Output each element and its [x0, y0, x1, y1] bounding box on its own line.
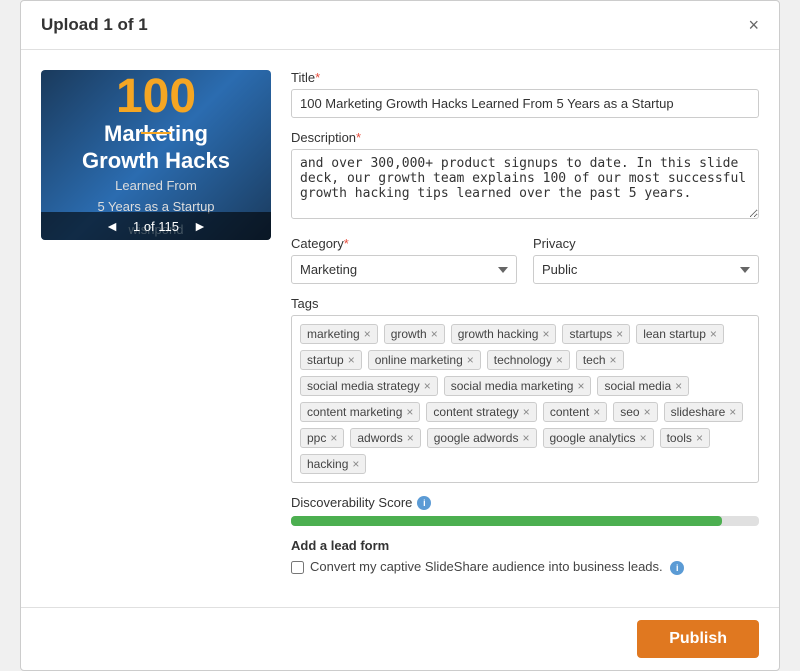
tag-remove-icon[interactable]: ×: [352, 458, 359, 470]
tags-container: marketing× growth× growth hacking×startups…: [291, 315, 759, 483]
tag-remove-icon[interactable]: ×: [424, 380, 431, 392]
list-item: slideshare×: [664, 402, 744, 422]
left-panel: 100 Marketing Growth Hacks Learned From …: [41, 70, 271, 587]
title-field-group: Title*: [291, 70, 759, 118]
category-label: Category*: [291, 236, 517, 251]
progress-bar-fill: [291, 516, 722, 526]
right-panel: Title* Description* and over 300,000+ pr…: [291, 70, 759, 587]
tag-remove-icon[interactable]: ×: [616, 328, 623, 340]
slide-line1: Marketing: [104, 121, 208, 147]
list-item: content marketing×: [300, 402, 420, 422]
modal-header: Upload 1 of 1 ×: [21, 1, 779, 50]
list-item: content×: [543, 402, 607, 422]
tag-remove-icon[interactable]: ×: [675, 380, 682, 392]
tag-remove-icon[interactable]: ×: [610, 354, 617, 366]
tag-remove-icon[interactable]: ×: [593, 406, 600, 418]
publish-button[interactable]: Publish: [637, 620, 759, 658]
slide-navigation: ◄ 1 of 115 ►: [41, 212, 271, 240]
description-textarea[interactable]: and over 300,000+ product signups to dat…: [291, 149, 759, 219]
slide-line2: Growth Hacks: [82, 148, 230, 174]
lead-form-section: Add a lead form Convert my captive Slide…: [291, 538, 759, 575]
list-item: startup×: [300, 350, 362, 370]
lead-form-checkbox[interactable]: [291, 561, 304, 574]
list-item: social media×: [597, 376, 689, 396]
discoverability-label: Discoverability Score i: [291, 495, 759, 510]
tag-remove-icon[interactable]: ×: [431, 328, 438, 340]
title-label: Title*: [291, 70, 759, 85]
list-item: google analytics×: [543, 428, 654, 448]
lead-form-label: Add a lead form: [291, 538, 759, 553]
tag-remove-icon[interactable]: ×: [710, 328, 717, 340]
tags-field-group: Tags marketing×growth×growth hacking×sta…: [291, 296, 759, 483]
tag-remove-icon[interactable]: ×: [542, 328, 549, 340]
close-button[interactable]: ×: [748, 16, 759, 34]
list-item: social media marketing×: [444, 376, 592, 396]
list-item: tools×: [660, 428, 710, 448]
slide-counter: 1 of 115: [133, 219, 179, 234]
slide-preview: 100 Marketing Growth Hacks Learned From …: [41, 70, 271, 240]
upload-modal: Upload 1 of 1 × 100 Marketing Growth Hac…: [20, 0, 780, 671]
tag-remove-icon[interactable]: ×: [556, 354, 563, 366]
list-item: growth hacking×: [451, 324, 557, 344]
list-item: tech×: [576, 350, 624, 370]
privacy-field-group: Privacy Public Private: [533, 236, 759, 284]
tag-remove-icon[interactable]: ×: [522, 432, 529, 444]
modal-title: Upload 1 of 1: [41, 15, 148, 35]
tag-remove-icon[interactable]: ×: [467, 354, 474, 366]
tag-remove-icon[interactable]: ×: [696, 432, 703, 444]
tags-label: Tags: [291, 296, 759, 311]
list-item: startups×: [562, 324, 630, 344]
list-item: online marketing×: [368, 350, 481, 370]
tag-remove-icon[interactable]: ×: [348, 354, 355, 366]
discoverability-info-icon[interactable]: i: [417, 496, 431, 510]
discoverability-section: Discoverability Score i: [291, 495, 759, 526]
list-item: adwords×: [350, 428, 420, 448]
list-item: marketing×: [300, 324, 378, 344]
tag-remove-icon[interactable]: ×: [577, 380, 584, 392]
lead-form-checkbox-label: Convert my captive SlideShare audience i…: [310, 559, 684, 575]
tag-remove-icon[interactable]: ×: [330, 432, 337, 444]
tag-remove-icon[interactable]: ×: [640, 432, 647, 444]
category-privacy-row: Category* Marketing Technology Business …: [291, 236, 759, 296]
list-item: google adwords×: [427, 428, 537, 448]
description-label: Description*: [291, 130, 759, 145]
description-field-group: Description* and over 300,000+ product s…: [291, 130, 759, 224]
list-item: technology×: [487, 350, 570, 370]
lead-form-info-icon[interactable]: i: [670, 561, 684, 575]
progress-bar-background: [291, 516, 759, 526]
list-item: hacking×: [300, 454, 366, 474]
tag-remove-icon[interactable]: ×: [407, 432, 414, 444]
privacy-label: Privacy: [533, 236, 759, 251]
category-field-group: Category* Marketing Technology Business: [291, 236, 517, 284]
category-select[interactable]: Marketing Technology Business: [291, 255, 517, 284]
privacy-select[interactable]: Public Private: [533, 255, 759, 284]
title-input[interactable]: [291, 89, 759, 118]
next-slide-button[interactable]: ►: [193, 218, 207, 234]
slide-subtitle1: Learned From: [115, 178, 197, 195]
list-item: growth×: [384, 324, 445, 344]
tag-remove-icon[interactable]: ×: [523, 406, 530, 418]
orange-divider: [141, 132, 171, 134]
slide-number: 100: [116, 73, 196, 121]
tag-remove-icon[interactable]: ×: [406, 406, 413, 418]
tag-remove-icon[interactable]: ×: [364, 328, 371, 340]
prev-slide-button[interactable]: ◄: [105, 218, 119, 234]
list-item: lean startup×: [636, 324, 724, 344]
tag-remove-icon[interactable]: ×: [729, 406, 736, 418]
list-item: ppc×: [300, 428, 344, 448]
list-item: content strategy×: [426, 402, 536, 422]
list-item: social media strategy×: [300, 376, 438, 396]
list-item: seo×: [613, 402, 657, 422]
modal-body: 100 Marketing Growth Hacks Learned From …: [21, 50, 779, 607]
lead-form-checkbox-row: Convert my captive SlideShare audience i…: [291, 559, 759, 575]
modal-footer: Publish: [21, 607, 779, 670]
tag-remove-icon[interactable]: ×: [644, 406, 651, 418]
